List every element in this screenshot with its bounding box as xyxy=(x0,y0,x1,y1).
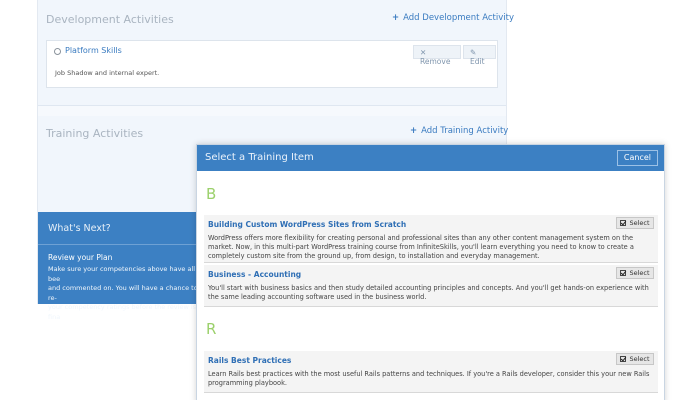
add-training-activity-label: Add Training Activity xyxy=(421,126,509,136)
plus-icon: + xyxy=(392,13,400,23)
development-activities-section: Development Activities + Add Development … xyxy=(38,0,514,106)
select-button[interactable]: Select xyxy=(616,353,654,365)
plus-icon: + xyxy=(410,126,418,136)
select-label: Select xyxy=(629,269,650,277)
add-development-activity-label: Add Development Activity xyxy=(403,13,514,23)
review-line: Make sure your competencies above have a… xyxy=(48,265,196,283)
review-plan-text: Make sure your competencies above have a… xyxy=(48,265,198,322)
checkbox-icon xyxy=(620,356,627,362)
checkbox-icon xyxy=(620,270,627,276)
training-item: Building Custom WordPress Sites from Scr… xyxy=(204,215,658,263)
add-development-activity-link[interactable]: + Add Development Activity xyxy=(392,13,514,23)
modal-title: Select a Training Item xyxy=(205,152,314,163)
modal-header: Select a Training Item Cancel xyxy=(197,145,664,171)
review-line: and commented on. You will have a chance… xyxy=(48,284,198,302)
training-item-description: You'll start with business basics and th… xyxy=(208,284,649,302)
select-label: Select xyxy=(629,219,650,227)
edit-label: Edit xyxy=(470,57,485,66)
add-training-activity-link[interactable]: + Add Training Activity xyxy=(410,126,508,136)
training-item-description: Learn Rails best practices with the most… xyxy=(208,370,650,388)
edit-icon: ✎ xyxy=(470,48,477,57)
activity-title[interactable]: Platform Skills xyxy=(65,46,122,55)
development-activity-item: Platform Skills ✕ Remove ✎ Edit Job Shad… xyxy=(46,40,498,88)
select-button[interactable]: Select xyxy=(616,217,654,229)
training-item: Rails Best Practices Select Learn Rails … xyxy=(204,351,658,393)
review-line: your competency ratings before the revie… xyxy=(48,303,197,321)
remove-label: Remove xyxy=(420,57,451,66)
development-activities-title: Development Activities xyxy=(46,13,174,26)
select-training-item-modal: Select a Training Item Cancel B Building… xyxy=(196,144,665,400)
review-plan-heading: Review your Plan xyxy=(48,253,113,262)
cancel-button[interactable]: Cancel xyxy=(616,150,658,166)
screen: Development Activities + Add Development … xyxy=(0,0,700,400)
activity-description: Job Shadow and internal expert. xyxy=(55,69,160,77)
training-activities-title: Training Activities xyxy=(46,127,144,140)
select-button[interactable]: Select xyxy=(616,267,654,279)
edit-button[interactable]: ✎ Edit xyxy=(463,45,496,66)
training-item-title[interactable]: Rails Best Practices xyxy=(208,356,291,365)
training-item: Business - Accounting Select You'll star… xyxy=(204,265,658,307)
whats-next-title: What's Next? xyxy=(48,223,111,234)
checkbox-icon xyxy=(620,220,627,226)
group-letter: B xyxy=(206,185,217,203)
radio-icon[interactable] xyxy=(54,48,61,55)
select-label: Select xyxy=(629,355,650,363)
remove-button[interactable]: ✕ Remove xyxy=(413,45,461,66)
group-letter: R xyxy=(206,320,217,338)
training-item-description: WordPress offers more flexibility for cr… xyxy=(208,234,634,261)
close-icon: ✕ xyxy=(420,48,427,57)
training-item-title[interactable]: Business - Accounting xyxy=(208,270,301,279)
training-item-title[interactable]: Building Custom WordPress Sites from Scr… xyxy=(208,220,406,229)
